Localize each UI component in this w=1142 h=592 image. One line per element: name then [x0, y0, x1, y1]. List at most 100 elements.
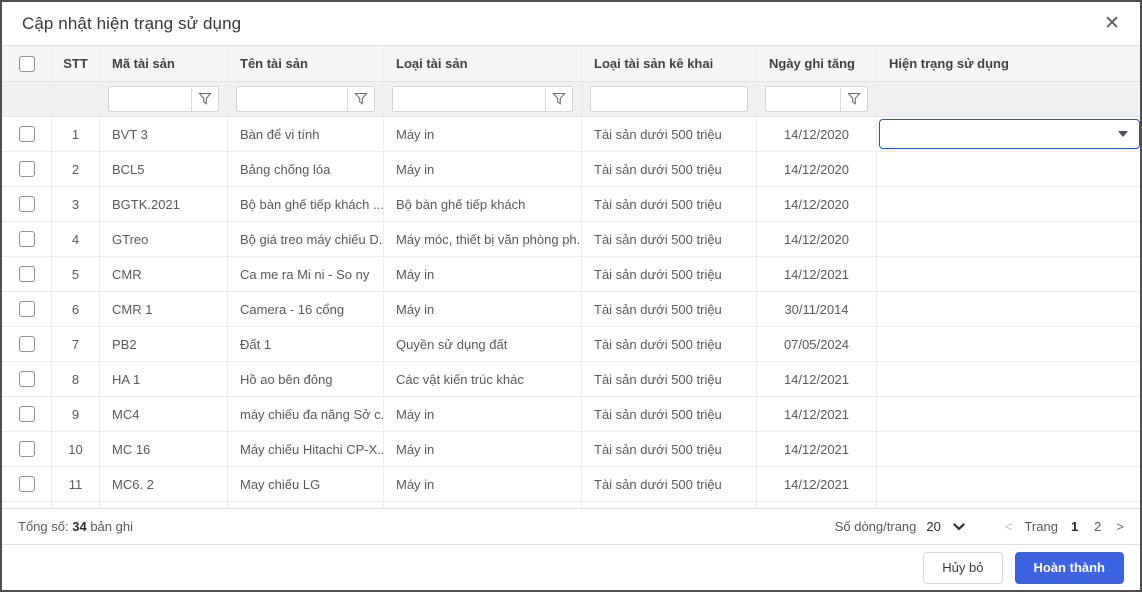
filter-cell-declared-type: [582, 82, 757, 116]
declared-type-cell: Tài sản dưới 500 triệu: [582, 187, 757, 221]
row-checkbox-cell: [2, 222, 52, 256]
declared-type-cell: Tài sản dưới 500 triệu: [582, 117, 757, 151]
type-filter-input[interactable]: [393, 87, 545, 111]
type-cell: Máy in: [384, 467, 582, 501]
row-checkbox[interactable]: [19, 266, 35, 282]
declared-type-filter-input[interactable]: [591, 87, 747, 111]
code-cell: MC6. 2: [100, 467, 228, 501]
name-filter-box: [236, 86, 375, 112]
row-checkbox-cell: [2, 467, 52, 501]
pagination: Số dòng/trang 20 < Trang 1 2 >: [835, 519, 1126, 534]
type-cell: Máy in: [384, 292, 582, 326]
stt-cell: 4: [52, 222, 100, 256]
stt-cell: 2: [52, 152, 100, 186]
name-cell: Đất 1: [228, 327, 384, 361]
rows-per-page-label: Số dòng/trang: [835, 519, 917, 534]
name-filter-input[interactable]: [237, 87, 347, 111]
declared-type-cell: Tài sản dưới 500 triệu: [582, 432, 757, 466]
declared-type-filter-box: [590, 86, 748, 112]
row-checkbox[interactable]: [19, 441, 35, 457]
status-cell: [877, 397, 1140, 431]
type-cell: Máy in: [384, 152, 582, 186]
status-dropdown[interactable]: [879, 119, 1140, 149]
row-checkbox-cell: [2, 432, 52, 466]
row-checkbox[interactable]: [19, 406, 35, 422]
select-all-checkbox[interactable]: [19, 56, 35, 72]
header-cell-type: Loại tài sản: [384, 46, 582, 81]
confirm-button[interactable]: Hoàn thành: [1015, 552, 1125, 584]
row-checkbox[interactable]: [19, 476, 35, 492]
page-number-1[interactable]: 1: [1068, 519, 1081, 534]
stt-cell: 6: [52, 292, 100, 326]
code-cell: GTreo: [100, 222, 228, 256]
date-cell: 30/11/2014: [757, 292, 877, 326]
date-cell: 14/12/2021: [757, 362, 877, 396]
row-checkbox[interactable]: [19, 196, 35, 212]
date-cell: 14/12/2020: [757, 187, 877, 221]
page-number-2[interactable]: 2: [1091, 519, 1104, 534]
row-checkbox[interactable]: [19, 231, 35, 247]
filter-cell-status: [877, 82, 1140, 116]
declared-type-cell: Tài sản dưới 500 triệu: [582, 257, 757, 291]
type-cell: Bộ bàn ghế tiếp khách: [384, 187, 582, 221]
date-filter-input[interactable]: [766, 87, 840, 111]
name-filter-funnel-icon[interactable]: [347, 87, 374, 111]
type-cell: Máy in: [384, 117, 582, 151]
table-header-row: STT Mã tài sản Tên tài sản Loại tài sản …: [2, 46, 1140, 82]
type-cell: Máy in: [384, 397, 582, 431]
header-cell-checkbox: [2, 46, 52, 81]
row-checkbox-cell: [2, 257, 52, 291]
date-cell: 14/12/2021: [757, 432, 877, 466]
stt-cell: 3: [52, 187, 100, 221]
name-cell: Ca me ra Mi ni - So ny: [228, 257, 384, 291]
header-cell-declared-type: Loại tài sản kê khai: [582, 46, 757, 81]
stt-cell: 7: [52, 327, 100, 361]
rows-per-page-select[interactable]: Số dòng/trang 20: [835, 519, 965, 534]
table-row: 8HA 1Hồ ao bên đôngCác vật kiến trúc khá…: [2, 362, 1140, 397]
header-cell-name: Tên tài sản: [228, 46, 384, 81]
date-filter-funnel-icon[interactable]: [840, 87, 867, 111]
date-cell: 14/12/2020: [757, 222, 877, 256]
date-cell: 14/12/2021: [757, 257, 877, 291]
status-cell: [877, 292, 1140, 326]
row-checkbox-cell: [2, 152, 52, 186]
row-checkbox[interactable]: [19, 161, 35, 177]
declared-type-cell: Tài sản dưới 500 triệu: [582, 362, 757, 396]
cancel-button[interactable]: Hủy bỏ: [923, 552, 1002, 584]
code-cell: BGTK.2021: [100, 187, 228, 221]
close-icon[interactable]: ✕: [1100, 12, 1124, 35]
name-cell: Máy chiếu Hitachi CP-X...: [228, 432, 384, 466]
total-suffix: bản ghi: [90, 519, 133, 534]
row-checkbox-cell: [2, 362, 52, 396]
code-cell: MC 16: [100, 432, 228, 466]
row-checkbox-cell: [2, 397, 52, 431]
prev-page-button[interactable]: <: [1003, 519, 1015, 534]
row-checkbox-cell: [2, 292, 52, 326]
name-cell: máy chiếu đa năng Sở c...: [228, 397, 384, 431]
type-cell: Quyền sử dụng đất: [384, 327, 582, 361]
filter-cell-checkbox: [2, 82, 52, 116]
date-filter-box: [765, 86, 868, 112]
table-row: 9MC4máy chiếu đa năng Sở c...Máy inTài s…: [2, 397, 1140, 432]
row-checkbox[interactable]: [19, 336, 35, 352]
declared-type-cell: Tài sản dưới 500 triệu: [582, 467, 757, 501]
header-cell-date: Ngày ghi tăng: [757, 46, 877, 81]
rows-per-page-value: 20: [926, 519, 940, 534]
code-filter-input[interactable]: [109, 87, 191, 111]
table-row: 10MC 16Máy chiếu Hitachi CP-X...Máy inTà…: [2, 432, 1140, 467]
table-row: 5CMRCa me ra Mi ni - So nyMáy inTài sản …: [2, 257, 1140, 292]
row-checkbox[interactable]: [19, 126, 35, 142]
status-cell: [877, 257, 1140, 291]
next-page-button[interactable]: >: [1114, 519, 1126, 534]
declared-type-cell: Tài sản dưới 500 triệu: [582, 292, 757, 326]
dialog-title: Cập nhật hiện trạng sử dụng: [22, 14, 241, 34]
code-filter-funnel-icon[interactable]: [191, 87, 218, 111]
row-checkbox[interactable]: [19, 371, 35, 387]
filter-cell-date: [757, 82, 877, 116]
stt-cell: 5: [52, 257, 100, 291]
row-checkbox-cell: [2, 327, 52, 361]
name-cell: May chiếu LG: [228, 467, 384, 501]
type-filter-funnel-icon[interactable]: [545, 87, 572, 111]
row-checkbox[interactable]: [19, 301, 35, 317]
stt-cell: 9: [52, 397, 100, 431]
